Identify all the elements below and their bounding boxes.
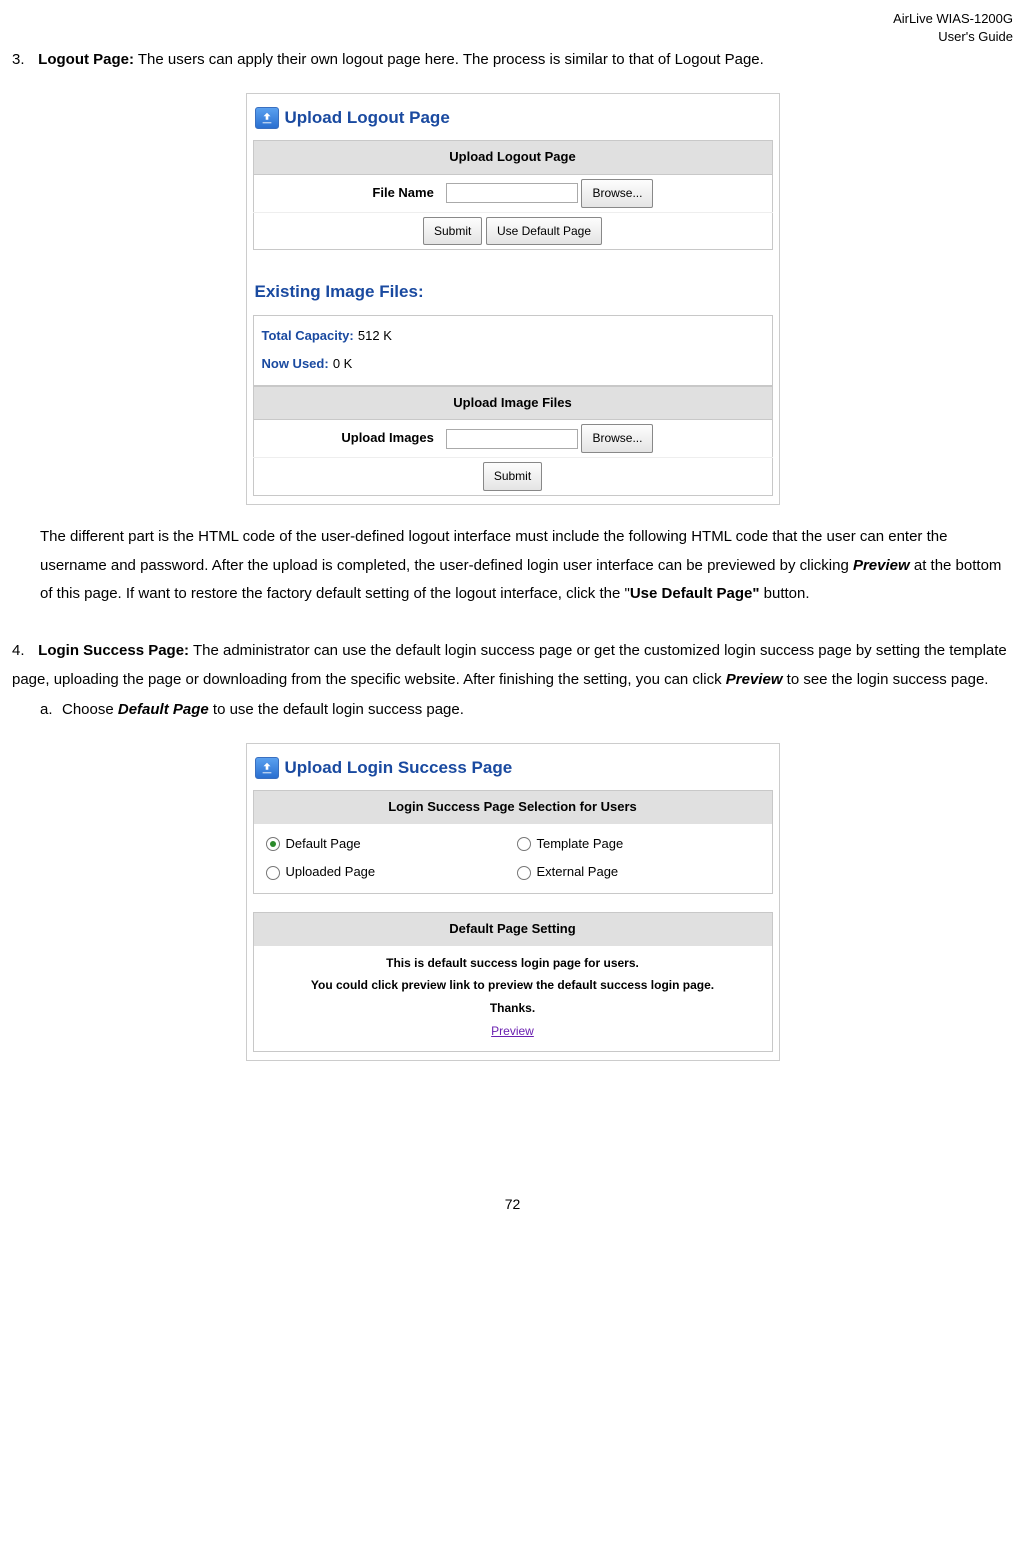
default-setting-box: Default Page Setting This is default suc… — [253, 912, 773, 1052]
upload-logout-table: Upload Logout Page File Name Browse... S… — [253, 140, 773, 250]
def-line2: You could click preview link to preview … — [258, 974, 768, 997]
figure-login-success: Upload Login Success Page Login Success … — [12, 743, 1013, 1061]
s4-tail2: to see the login success page. — [783, 671, 989, 688]
radio-icon — [266, 866, 280, 880]
upload-images-label: Upload Images — [253, 420, 440, 458]
list-num-4: 4. — [12, 637, 34, 666]
list-num-3: 3. — [12, 46, 34, 75]
upload-images-input[interactable] — [446, 429, 578, 449]
s3-use-default-bold: Use Default Page" — [630, 585, 760, 602]
total-capacity-label: Total Capacity: — [262, 328, 354, 343]
def-line3: Thanks. — [258, 997, 768, 1020]
submit-button-2[interactable]: Submit — [483, 462, 542, 491]
radio-external-page[interactable]: External Page — [513, 858, 764, 887]
upload-logout-panel: Upload Logout Page Upload Logout Page Fi… — [246, 93, 780, 505]
file-name-input[interactable] — [446, 183, 578, 203]
selection-header: Login Success Page Selection for Users — [254, 791, 772, 824]
sub-a-bold: Default Page — [118, 701, 209, 718]
section-3: 3. Logout Page: The users can apply thei… — [12, 46, 1013, 75]
tbl2-header: Upload Image Files — [253, 386, 772, 420]
now-used-value: 0 K — [333, 356, 353, 371]
page-number: 72 — [12, 1191, 1013, 1218]
opt-external: External Page — [537, 860, 619, 885]
s4-title: Login Success Page: — [38, 642, 189, 659]
radio-icon-selected — [266, 837, 280, 851]
file-name-label: File Name — [253, 174, 440, 212]
doc-header: AirLive WIAS-1200G User's Guide — [12, 10, 1013, 46]
sub-a-post: to use the default login success page. — [209, 701, 464, 718]
radio-icon — [517, 837, 531, 851]
sub-a-pre: Choose — [62, 701, 118, 718]
def-line1: This is default success login page for u… — [258, 952, 768, 975]
s3-paragraph: The different part is the HTML code of t… — [12, 523, 1013, 609]
s4-preview-word: Preview — [726, 671, 783, 688]
header-line2: User's Guide — [12, 28, 1013, 46]
total-capacity-value: 512 K — [358, 328, 392, 343]
s3-para-p3: button. — [759, 585, 809, 602]
sub-a-num: a. — [40, 696, 62, 725]
login-success-panel: Upload Login Success Page Login Success … — [246, 743, 780, 1061]
default-setting-header: Default Page Setting — [254, 913, 772, 946]
preview-link[interactable]: Preview — [491, 1024, 534, 1038]
s3-preview-word: Preview — [853, 557, 910, 574]
radio-default-page[interactable]: Default Page — [262, 830, 513, 859]
panel2-title-text: Upload Login Success Page — [285, 758, 513, 777]
submit-button-1[interactable]: Submit — [423, 217, 482, 246]
opt-uploaded: Uploaded Page — [286, 860, 376, 885]
panel-title-row: Upload Logout Page — [253, 98, 773, 140]
upload-icon — [255, 107, 279, 129]
s3-tail: The users can apply their own logout pag… — [134, 51, 764, 68]
s3-title: Logout Page: — [38, 51, 134, 68]
opt-template: Template Page — [537, 832, 624, 857]
upload-icon-2 — [255, 757, 279, 779]
radio-template-page[interactable]: Template Page — [513, 830, 764, 859]
panel-title-text: Upload Logout Page — [285, 108, 450, 127]
selection-box: Login Success Page Selection for Users D… — [253, 790, 773, 894]
use-default-page-button[interactable]: Use Default Page — [486, 217, 602, 246]
browse-button-1[interactable]: Browse... — [581, 179, 653, 208]
opt-default: Default Page — [286, 832, 361, 857]
panel2-title-row: Upload Login Success Page — [253, 748, 773, 790]
radio-icon — [517, 866, 531, 880]
tbl1-header: Upload Logout Page — [253, 141, 772, 175]
figure-upload-logout: Upload Logout Page Upload Logout Page Fi… — [12, 93, 1013, 505]
radio-uploaded-page[interactable]: Uploaded Page — [262, 858, 513, 887]
browse-button-2[interactable]: Browse... — [581, 424, 653, 453]
existing-files-title: Existing Image Files: — [253, 272, 773, 314]
section-4: 4. Login Success Page: The administrator… — [12, 637, 1013, 725]
header-line1: AirLive WIAS-1200G — [12, 10, 1013, 28]
s3-para-p1: The different part is the HTML code of t… — [40, 528, 947, 574]
capacity-box: Total Capacity: 512 K Now Used: 0 K — [253, 315, 773, 386]
now-used-label: Now Used: — [262, 356, 329, 371]
upload-image-table: Upload Image Files Upload Images Browse.… — [253, 386, 773, 496]
